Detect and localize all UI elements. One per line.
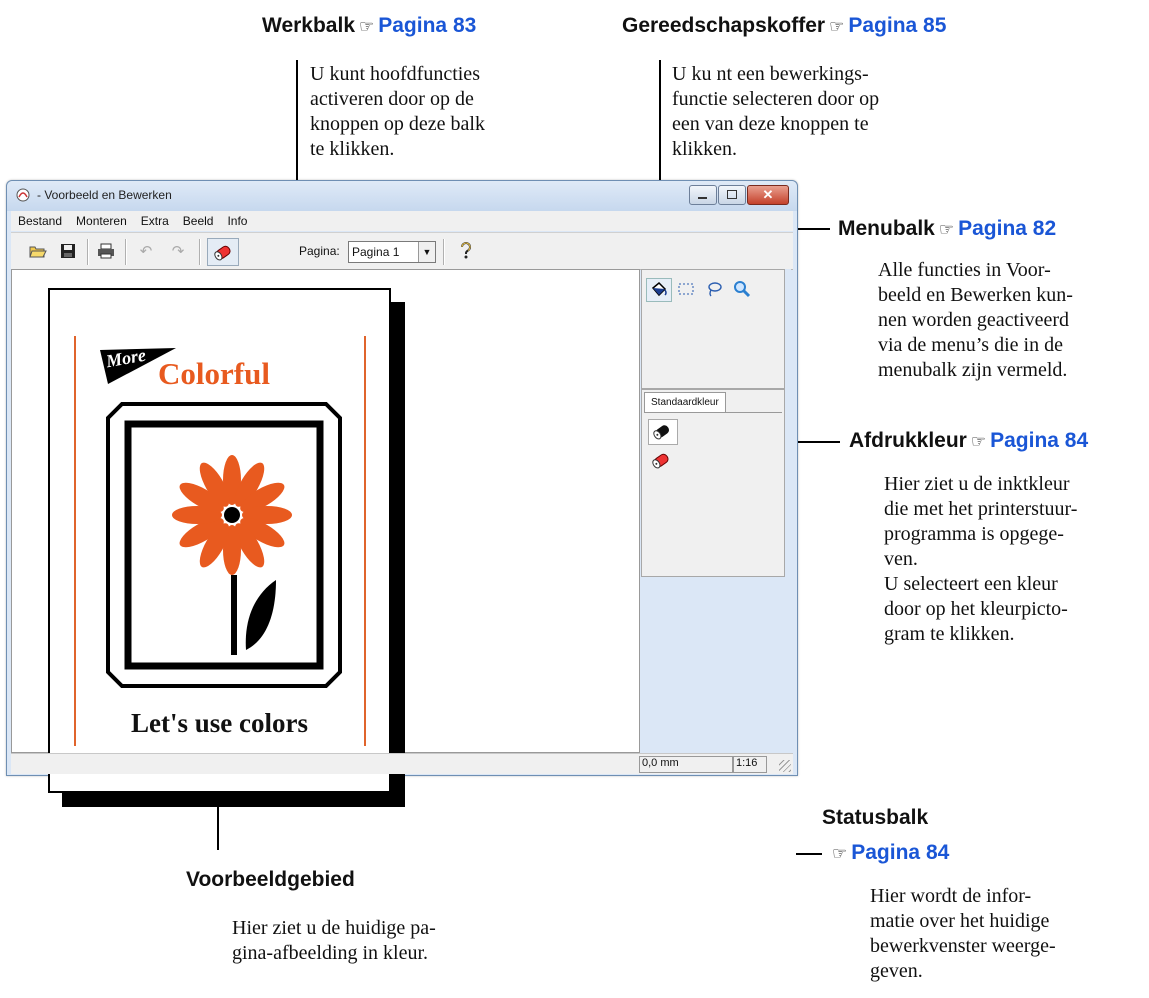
fill-bucket-icon bbox=[651, 281, 667, 297]
status-bar: 0,0 mm 1:16 bbox=[11, 753, 793, 774]
werkbalk-page-link[interactable]: Pagina 83 bbox=[378, 14, 476, 37]
flower-picture-icon bbox=[106, 402, 342, 688]
help-button[interactable] bbox=[457, 242, 475, 260]
caption-text: Let's use colors bbox=[131, 708, 308, 738]
chevron-down-icon[interactable]: ▼ bbox=[418, 242, 435, 262]
right-panel: Standaardkleur bbox=[641, 269, 791, 751]
voorbeeldgebied-title: Voorbeeldgebied bbox=[186, 868, 355, 891]
menu-extra[interactable]: Extra bbox=[134, 214, 176, 228]
ink-color-button[interactable] bbox=[207, 238, 239, 266]
toolbar: ↶ ↷ Pagina: Pagina 1 ▼ bbox=[11, 232, 793, 270]
statusbalk-description: Hier wordt de infor- matie over het huid… bbox=[870, 885, 1056, 982]
rect-select-icon bbox=[678, 283, 694, 295]
werkbalk-leader bbox=[296, 60, 298, 198]
menu-monteren[interactable]: Monteren bbox=[69, 214, 134, 228]
gereedschapskoffer-page-link[interactable]: Pagina 85 bbox=[848, 14, 946, 37]
zoom-tool-button[interactable] bbox=[730, 278, 754, 300]
toolbar-separator bbox=[199, 239, 201, 265]
lasso-tool-button[interactable] bbox=[702, 278, 726, 300]
help-icon bbox=[461, 242, 471, 259]
statusbalk-leader bbox=[796, 853, 822, 855]
page-select[interactable]: Pagina 1 ▼ bbox=[348, 241, 436, 263]
preview-area[interactable]: More Colorful Let's use colors bbox=[11, 269, 640, 807]
statusbalk-heading: Statusbalk bbox=[822, 806, 928, 830]
menubalk-title: Menubalk bbox=[838, 217, 935, 240]
close-button[interactable]: ✕ bbox=[747, 185, 789, 205]
afdrukkleur-page-link[interactable]: Pagina 84 bbox=[990, 429, 1088, 452]
minimize-icon bbox=[698, 197, 707, 199]
open-button[interactable] bbox=[29, 242, 47, 260]
select-tool-button[interactable] bbox=[674, 278, 698, 300]
sample-page: More Colorful Let's use colors bbox=[48, 288, 391, 793]
app-window: - Voorbeeld en Bewerken ✕ Bestand Monter… bbox=[6, 180, 798, 807]
menu-beeld[interactable]: Beeld bbox=[176, 214, 221, 228]
toolbox bbox=[641, 269, 785, 389]
undo-button[interactable]: ↶ bbox=[137, 242, 155, 260]
werkbalk-title: Werkbalk bbox=[262, 14, 355, 37]
page-select-value: Pagina 1 bbox=[352, 245, 400, 259]
pointing-hand-icon: ☞ bbox=[359, 17, 375, 36]
title-bar[interactable]: - Voorbeeld en Bewerken ✕ bbox=[7, 181, 797, 211]
statusbalk-page-link[interactable]: Pagina 84 bbox=[851, 841, 949, 864]
resize-grip-icon[interactable] bbox=[779, 760, 791, 772]
statusbalk-title: Statusbalk bbox=[822, 806, 929, 829]
menubalk-heading: Menubalk ☞ Pagina 82 bbox=[838, 217, 1056, 241]
tab-standaardkleur[interactable]: Standaardkleur bbox=[644, 392, 726, 413]
menubalk-page-link[interactable]: Pagina 82 bbox=[958, 217, 1056, 240]
app-icon bbox=[16, 188, 30, 202]
werkbalk-description: U kunt hoofdfuncties activeren door op d… bbox=[310, 63, 485, 160]
colorful-text: Colorful bbox=[158, 356, 270, 391]
color-panel: Standaardkleur bbox=[641, 389, 785, 577]
afdrukkleur-heading: Afdrukkleur ☞ Pagina 84 bbox=[849, 429, 1088, 453]
toolbar-separator bbox=[87, 239, 89, 265]
pointing-hand-icon: ☞ bbox=[832, 844, 848, 863]
print-button[interactable] bbox=[97, 242, 115, 260]
redo-button[interactable]: ↷ bbox=[169, 242, 187, 260]
gereedschapskoffer-heading: Gereedschapskoffer ☞ Pagina 85 bbox=[622, 14, 946, 38]
toolbar-separator bbox=[125, 239, 127, 265]
window-title: - Voorbeeld en Bewerken bbox=[37, 188, 172, 202]
magnifier-icon bbox=[734, 281, 751, 298]
menubalk-description: Alle functies in Voor- beeld en Bewerken… bbox=[878, 259, 1073, 381]
save-button[interactable] bbox=[59, 242, 77, 260]
minimize-button[interactable] bbox=[689, 185, 717, 205]
werkbalk-heading: Werkbalk ☞ Pagina 83 bbox=[262, 14, 476, 38]
eraser-icon bbox=[214, 245, 231, 261]
black-ink-swatch[interactable] bbox=[648, 419, 678, 445]
black-ink-icon bbox=[653, 425, 670, 440]
menubalk-leader bbox=[794, 228, 830, 230]
maximize-button[interactable] bbox=[718, 185, 746, 205]
pointing-hand-icon: ☞ bbox=[938, 220, 955, 239]
toolbar-separator bbox=[443, 239, 445, 265]
page-label: Pagina: bbox=[299, 244, 340, 258]
status-position: 0,0 mm bbox=[639, 756, 733, 773]
statusbalk-ref: ☞ Pagina 84 bbox=[828, 841, 949, 865]
voorbeeldgebied-heading: Voorbeeldgebied bbox=[186, 868, 355, 892]
printer-icon bbox=[98, 243, 114, 259]
gereedschapskoffer-title: Gereedschapskoffer bbox=[622, 14, 826, 37]
color-ink-swatch[interactable] bbox=[648, 449, 676, 473]
save-disk-icon bbox=[61, 244, 75, 258]
pointing-hand-icon: ☞ bbox=[970, 432, 987, 451]
page-border-line-right bbox=[364, 336, 366, 746]
afdrukkleur-description: Hier ziet u de inktkleur die met het pri… bbox=[884, 473, 1078, 645]
menu-bar: Bestand Monteren Extra Beeld Info bbox=[11, 211, 793, 231]
menu-bestand[interactable]: Bestand bbox=[11, 214, 69, 228]
lasso-icon bbox=[708, 282, 722, 297]
page-border-line-left bbox=[74, 336, 76, 746]
menu-info[interactable]: Info bbox=[220, 214, 254, 228]
fill-tool-button[interactable] bbox=[646, 278, 672, 302]
color-list bbox=[644, 412, 782, 574]
maximize-icon bbox=[727, 190, 737, 199]
gereedschapskoffer-description: U ku nt een bewerkings- functie selecter… bbox=[672, 63, 880, 160]
undo-icon: ↶ bbox=[139, 243, 153, 260]
close-icon: ✕ bbox=[762, 187, 774, 202]
color-ink-icon bbox=[652, 453, 669, 469]
voorbeeldgebied-description: Hier ziet u de huidige pa- gina-afbeeldi… bbox=[232, 917, 436, 964]
status-zoom: 1:16 bbox=[733, 756, 767, 773]
pointing-hand-icon: ☞ bbox=[829, 17, 845, 36]
afdrukkleur-title: Afdrukkleur bbox=[849, 429, 967, 452]
open-folder-icon bbox=[29, 246, 47, 258]
redo-icon: ↷ bbox=[171, 243, 185, 260]
